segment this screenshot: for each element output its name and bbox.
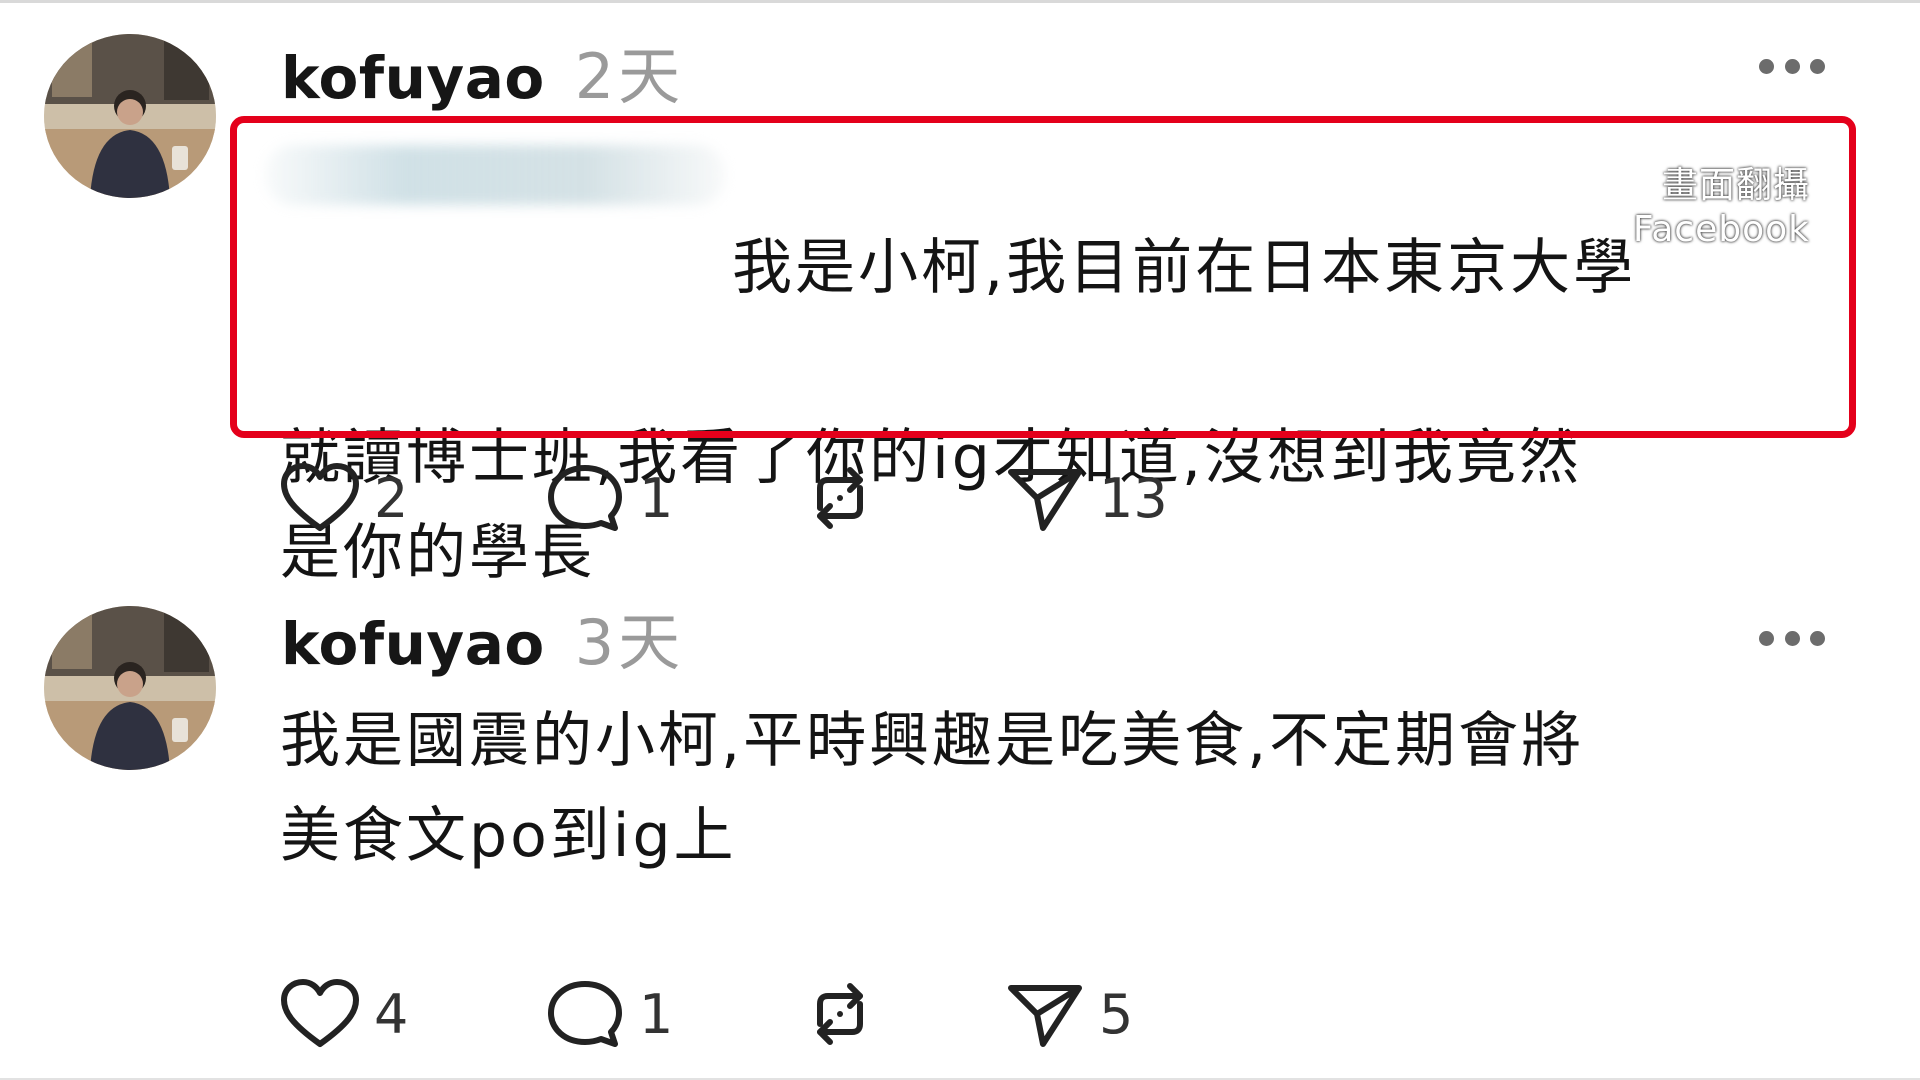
thread-post: kofuyao 3天 我是國震的小柯,平時興趣是吃美食,不定期會將 美食文po到… bbox=[0, 570, 1920, 1070]
share-icon bbox=[1008, 469, 1082, 531]
repost-button[interactable] bbox=[800, 974, 1005, 1054]
repost-icon bbox=[817, 467, 863, 529]
like-button[interactable]: 2 bbox=[280, 458, 545, 538]
avatar-photo bbox=[44, 606, 216, 770]
repost-icon bbox=[817, 983, 863, 1045]
thread-post: kofuyao 2天 我是小柯,我目前在日本東京大學 就讀博士班,我看了你的ig… bbox=[0, 0, 1920, 588]
like-count: 2 bbox=[374, 466, 409, 530]
avatar[interactable] bbox=[44, 606, 216, 770]
comment-count: 1 bbox=[639, 982, 674, 1046]
comment-icon bbox=[548, 981, 622, 1047]
avatar-photo bbox=[44, 34, 216, 198]
post-header: kofuyao 3天 bbox=[281, 592, 684, 679]
highlight-box bbox=[230, 116, 1856, 438]
heart-icon bbox=[281, 979, 359, 1047]
timestamp: 3天 bbox=[574, 606, 685, 679]
like-count: 4 bbox=[374, 982, 409, 1046]
comment-count: 1 bbox=[639, 466, 674, 530]
share-button[interactable]: 13 bbox=[1005, 458, 1168, 538]
like-button[interactable]: 4 bbox=[280, 974, 545, 1054]
repost-button[interactable] bbox=[800, 458, 1005, 538]
avatar[interactable] bbox=[44, 34, 216, 198]
comment-icon bbox=[548, 465, 622, 531]
timestamp: 2天 bbox=[574, 40, 685, 113]
comment-button[interactable]: 1 bbox=[545, 458, 800, 538]
action-bar: 4 1 5 bbox=[280, 974, 1133, 1054]
heart-icon bbox=[281, 463, 359, 531]
more-icon[interactable] bbox=[1759, 56, 1825, 76]
post-header: kofuyao 2天 bbox=[281, 26, 684, 113]
username[interactable]: kofuyao bbox=[281, 610, 545, 678]
comment-button[interactable]: 1 bbox=[545, 974, 800, 1054]
share-icon bbox=[1008, 985, 1082, 1047]
share-count: 5 bbox=[1099, 982, 1134, 1046]
more-icon[interactable] bbox=[1759, 628, 1825, 648]
share-button[interactable]: 5 bbox=[1005, 974, 1133, 1054]
post-content: 我是國震的小柯,平時興趣是吃美食,不定期會將 美食文po到ig上 bbox=[280, 706, 1585, 871]
share-count: 13 bbox=[1099, 466, 1168, 530]
username[interactable]: kofuyao bbox=[281, 44, 545, 112]
action-bar: 2 1 13 bbox=[280, 458, 1168, 538]
